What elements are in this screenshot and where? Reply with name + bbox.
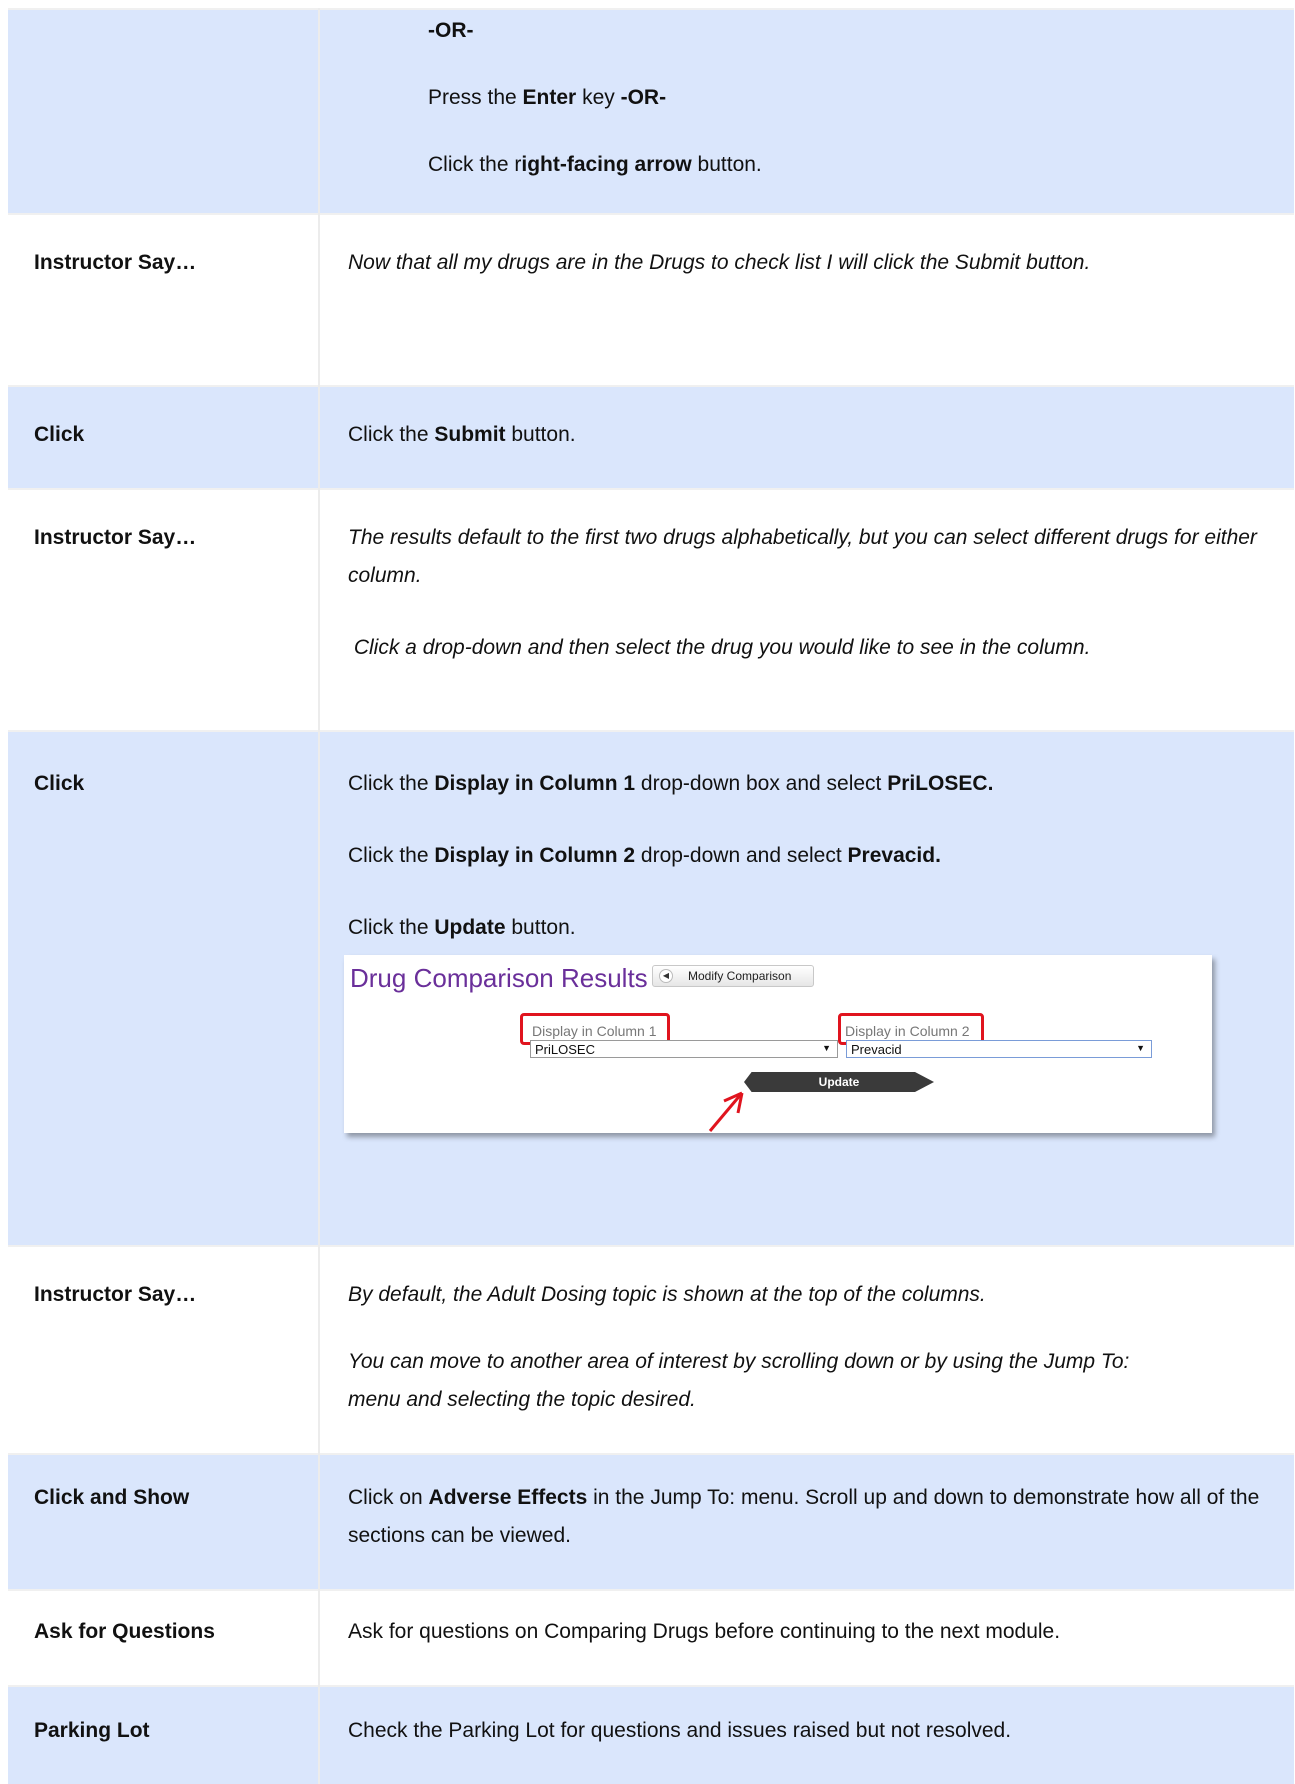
- row-label: Instructor Say…: [34, 251, 197, 274]
- column1-select[interactable]: PriLOSEC ▼: [530, 1040, 838, 1058]
- row-label-cell: Click and Show: [8, 1453, 320, 1590]
- instruction-line: Click the Submit button.: [348, 423, 576, 446]
- row-label: Ask for Questions: [34, 1620, 215, 1643]
- chevron-down-icon: ▼: [1136, 1043, 1145, 1053]
- row-label-cell: Click: [8, 730, 320, 1246]
- row-content-cell: -OR- Press the Enter key -OR- Click the …: [319, 8, 1294, 214]
- instruction-line: -OR-: [428, 19, 474, 42]
- table-row: Ask for Questions Ask for questions on C…: [8, 1589, 1294, 1686]
- instruction-line: Click the Update button.: [348, 916, 576, 939]
- row-label-cell: Parking Lot: [8, 1685, 320, 1784]
- row-label: Parking Lot: [34, 1719, 150, 1742]
- table-row: -OR- Press the Enter key -OR- Click the …: [8, 8, 1294, 214]
- row-content-cell: By default, the Adult Dosing topic is sh…: [319, 1245, 1294, 1454]
- row-content-cell: Check the Parking Lot for questions and …: [319, 1685, 1294, 1784]
- instructor-say-text: The results default to the first two dru…: [348, 526, 1257, 587]
- instruction-line: Click on Adverse Effects in the Jump To:…: [348, 1486, 1260, 1547]
- table-row: Parking Lot Check the Parking Lot for qu…: [8, 1685, 1294, 1784]
- instruction-line: Click the right-facing arrow button.: [428, 153, 762, 176]
- row-label: Instructor Say…: [34, 1283, 197, 1306]
- table-row: Click and Show Click on Adverse Effects …: [8, 1453, 1294, 1590]
- instruction-line: Press the Enter key -OR-: [428, 86, 667, 109]
- row-content-cell: Click the Display in Column 1 drop-down …: [319, 730, 1294, 1246]
- table-row: Instructor Say… By default, the Adult Do…: [8, 1245, 1294, 1454]
- row-label-cell: Click: [8, 385, 320, 489]
- chevron-down-icon: ▼: [822, 1043, 831, 1053]
- row-label-cell: Ask for Questions: [8, 1589, 320, 1686]
- facilitator-script-table: -OR- Press the Enter key -OR- Click the …: [8, 8, 1294, 1784]
- column2-label: Display in Column 2: [845, 1023, 970, 1039]
- row-label-cell: [8, 8, 320, 214]
- red-pointer-arrow-icon: [708, 1091, 744, 1132]
- column1-label: Display in Column 1: [532, 1023, 657, 1039]
- column2-select[interactable]: Prevacid ▼: [846, 1040, 1152, 1058]
- row-content-cell: Click on Adverse Effects in the Jump To:…: [319, 1453, 1294, 1590]
- row-label: Instructor Say…: [34, 526, 197, 549]
- row-label-cell: Instructor Say…: [8, 213, 320, 386]
- instructor-say-text: You can move to another area of interest…: [348, 1350, 1130, 1411]
- table-row: Instructor Say… Now that all my drugs ar…: [8, 213, 1294, 386]
- drug-comparison-screenshot: Drug Comparison Results ◀ Modify Compari…: [344, 955, 1212, 1133]
- row-label-cell: Instructor Say…: [8, 488, 320, 731]
- instruction-line: Click the Display in Column 1 drop-down …: [348, 772, 994, 795]
- row-label: Click and Show: [34, 1486, 190, 1509]
- instruction-line: Click the Display in Column 2 drop-down …: [348, 844, 941, 867]
- row-content-cell: Click the Submit button.: [319, 385, 1294, 489]
- row-content-cell: Ask for questions on Comparing Drugs bef…: [319, 1589, 1294, 1686]
- instruction-line: Ask for questions on Comparing Drugs bef…: [348, 1620, 1061, 1643]
- instruction-line: Check the Parking Lot for questions and …: [348, 1719, 1012, 1742]
- instructor-say-text: Click a drop-down and then select the dr…: [348, 636, 1091, 659]
- table-row: Click Click the Display in Column 1 drop…: [8, 730, 1294, 1246]
- instructor-say-text: Now that all my drugs are in the Drugs t…: [348, 251, 1091, 274]
- row-label: Click: [34, 423, 85, 446]
- table-row: Click Click the Submit button.: [8, 385, 1294, 489]
- table-row: Instructor Say… The results default to t…: [8, 488, 1294, 731]
- page: -OR- Press the Enter key -OR- Click the …: [0, 0, 1295, 1784]
- screenshot-title: Drug Comparison Results: [350, 963, 648, 993]
- modify-comparison-button[interactable]: ◀ Modify Comparison: [652, 965, 814, 987]
- row-content-cell: The results default to the first two dru…: [319, 488, 1294, 731]
- row-label: Click: [34, 772, 85, 795]
- arrow-left-icon: ◀: [659, 969, 673, 983]
- update-button[interactable]: Update: [744, 1072, 934, 1092]
- instructor-say-text: By default, the Adult Dosing topic is sh…: [348, 1283, 986, 1306]
- row-content-cell: Now that all my drugs are in the Drugs t…: [319, 213, 1294, 386]
- row-label-cell: Instructor Say…: [8, 1245, 320, 1454]
